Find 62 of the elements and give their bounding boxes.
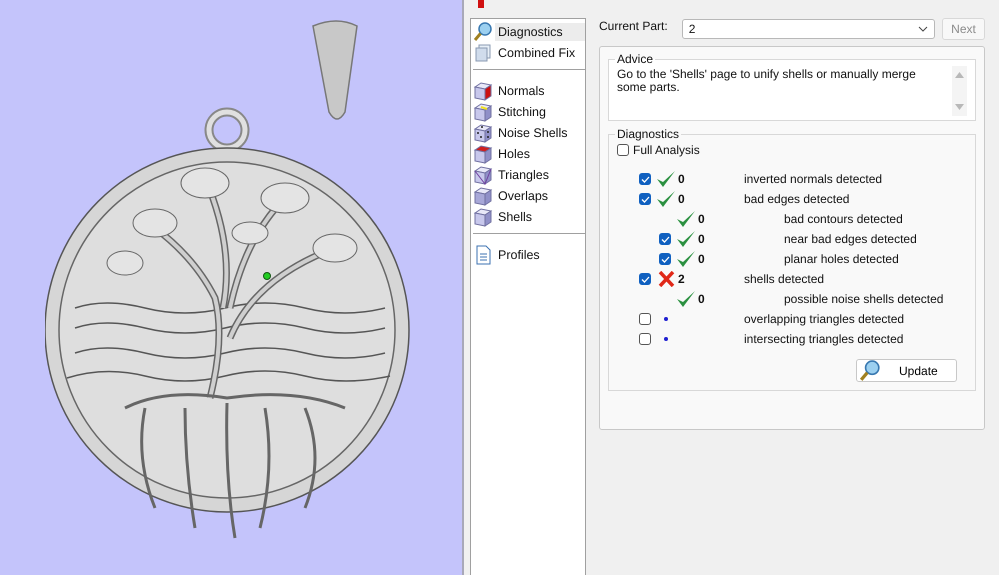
checkbox[interactable] [659, 253, 671, 265]
checkbox[interactable] [639, 273, 651, 285]
magnifier-icon [859, 360, 881, 382]
current-part-label: Current Part: [599, 19, 668, 35]
diagnostic-label: bad edges detected [744, 192, 850, 206]
count: 2 [678, 272, 685, 286]
dot-icon [664, 337, 668, 341]
nav-item[interactable]: Triangles [495, 166, 585, 184]
checkbox[interactable] [659, 233, 671, 245]
count: 0 [698, 232, 705, 246]
nav-item[interactable]: Overlaps [495, 186, 585, 204]
checkmark-icon [656, 170, 676, 188]
nav-item[interactable]: Diagnostics [495, 22, 585, 40]
count: 0 [698, 212, 705, 226]
nav-item[interactable]: Combined Fix [495, 44, 585, 62]
cube-icon [473, 102, 493, 122]
update-button[interactable]: Update [856, 359, 957, 382]
cube-icon [473, 80, 493, 100]
diagnostic-label: possible noise shells detected [783, 292, 944, 306]
diagnostic-label: shells detected [744, 272, 824, 286]
diagnostic-label: planar holes detected [783, 252, 899, 266]
cube-icon [473, 206, 493, 226]
checkbox[interactable] [639, 193, 651, 205]
checkmark-icon [656, 190, 676, 208]
checkmark-icon [676, 290, 696, 308]
nav-item[interactable]: Noise Shells [495, 124, 585, 142]
count: 0 [698, 292, 705, 306]
diagnostic-label: bad contours detected [783, 212, 903, 226]
diagnostic-label: intersecting triangles detected [744, 332, 904, 346]
checkmark-icon [676, 250, 696, 268]
diagnostic-label: near bad edges detected [783, 232, 917, 246]
count: 0 [678, 192, 685, 206]
nav-item[interactable]: Stitching [495, 102, 585, 120]
advice-title: Advice [616, 52, 654, 66]
layers-icon [473, 42, 493, 62]
cube-icon [473, 122, 493, 142]
cross-icon [658, 271, 674, 287]
count: 0 [698, 252, 705, 266]
checkbox[interactable] [639, 333, 651, 345]
checkmark-icon [676, 230, 696, 248]
nav-item[interactable]: Holes [495, 144, 585, 162]
app-icon [478, 0, 484, 8]
dot-icon [664, 317, 668, 321]
full-analysis-label: Full Analysis [633, 143, 700, 157]
nav-item[interactable]: Profiles [495, 246, 585, 264]
advice-text: Go to the 'Shells' page to unify shells or manually merge some parts. [617, 68, 917, 96]
nav-item[interactable]: Normals [495, 82, 585, 100]
checkbox[interactable] [639, 313, 651, 325]
cube-icon [473, 144, 493, 164]
current-part-dropdown[interactable]: 2 [682, 19, 935, 39]
chevron-down-icon [918, 26, 928, 32]
cube-icon [473, 164, 493, 184]
nav-item[interactable]: Shells [495, 208, 585, 226]
diagnostic-label: inverted normals detected [744, 172, 882, 186]
diagnostics-title: Diagnostics [616, 127, 680, 141]
checkbox[interactable] [639, 173, 651, 185]
checkbox[interactable] [617, 144, 629, 156]
checkmark-icon [676, 210, 696, 228]
count: 0 [678, 172, 685, 186]
magnifier-icon [473, 22, 493, 42]
cube-icon [473, 186, 493, 206]
diagnostic-label: overlapping triangles detected [744, 312, 904, 326]
